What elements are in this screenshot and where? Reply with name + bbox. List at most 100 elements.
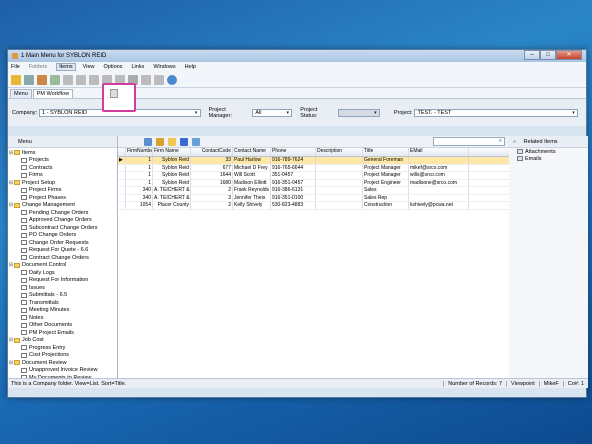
tree-item[interactable]: Transmittals: [8, 299, 117, 307]
tree-label: Approved Change Orders: [29, 217, 92, 224]
column-header[interactable]: FirmNumber: [126, 148, 153, 156]
tree-item[interactable]: Approved Change Orders: [8, 217, 117, 225]
menu-view[interactable]: View: [83, 64, 95, 70]
tree-label: Project Firms: [29, 187, 62, 194]
attach-icon[interactable]: [144, 137, 152, 146]
tree-item[interactable]: Submittals - 6.5: [8, 292, 117, 300]
tree-item[interactable]: Pending Change Orders: [8, 209, 117, 217]
table-row[interactable]: 340 A. TEICHERT & 2 Frank Reynolds 916-386-6…: [118, 187, 509, 195]
tree-item[interactable]: Project Firms: [8, 187, 117, 195]
close-button[interactable]: ✕: [556, 50, 582, 60]
tree-item[interactable]: Firms: [8, 172, 117, 180]
sort-icon[interactable]: [24, 74, 34, 85]
gear-icon[interactable]: [37, 74, 47, 85]
tree-item[interactable]: Contract Change Orders: [8, 254, 117, 262]
folder-icon[interactable]: [168, 137, 176, 146]
column-header[interactable]: Description: [316, 148, 363, 156]
tree-item[interactable]: Meeting Minutes: [8, 307, 117, 315]
column-header[interactable]: Firm Name: [153, 148, 191, 156]
column-header[interactable]: Phone: [271, 148, 316, 156]
tree-item[interactable]: Other Documents: [8, 322, 117, 330]
tree-item[interactable]: Request For Quote - 6.6: [8, 247, 117, 255]
related-item-emails[interactable]: Emails: [509, 155, 588, 162]
tree-item[interactable]: Unapproved Invoice Review: [8, 367, 117, 375]
document-icon[interactable]: [110, 89, 118, 98]
tree-item[interactable]: Issues: [8, 284, 117, 292]
project-manager-select[interactable]: All ▾: [252, 108, 293, 117]
lock-icon[interactable]: [11, 74, 21, 85]
menu-items[interactable]: Items: [56, 63, 76, 71]
tree-item[interactable]: Subcontract Change Orders: [8, 224, 117, 232]
project-status-select[interactable]: ▾: [337, 108, 380, 117]
tree-label: Request For Information: [29, 277, 89, 284]
form-icon: [21, 217, 27, 223]
edit-icon[interactable]: [76, 74, 86, 85]
tab-menu[interactable]: Menu: [10, 89, 32, 98]
tree-folder[interactable]: ⊟ Document Control: [8, 262, 117, 270]
arrow-icon[interactable]: [154, 74, 164, 85]
table-cell: A. TEICHERT &: [154, 194, 191, 201]
status-user: MikeF: [538, 380, 563, 387]
menu-links[interactable]: Links: [131, 64, 144, 70]
table-cell: [118, 194, 126, 201]
tree-folder[interactable]: ⊟ Document Review: [8, 359, 117, 367]
column-header[interactable]: Contact Name: [233, 148, 271, 156]
chevron-right-icon[interactable]: »: [513, 139, 516, 145]
search-input[interactable]: ⌕: [433, 137, 505, 146]
menu-folders[interactable]: Folders: [29, 64, 47, 70]
column-header[interactable]: ContactCode: [191, 148, 233, 156]
tree-item[interactable]: Project Phases: [8, 194, 117, 202]
maximize-button[interactable]: □: [540, 50, 556, 60]
tree-item[interactable]: Contracts: [8, 164, 117, 172]
tree-item[interactable]: PO Change Orders: [8, 232, 117, 240]
flag-icon[interactable]: [180, 137, 188, 146]
menu-windows[interactable]: Windows: [153, 64, 175, 70]
project-manager-value: All: [255, 109, 262, 116]
cut-icon[interactable]: [89, 74, 99, 85]
tree-folder[interactable]: ⊟ Project Setup: [8, 179, 117, 187]
tree-folder[interactable]: ⊟ Job Cost: [8, 337, 117, 345]
table-cell: [409, 157, 469, 164]
menu-help[interactable]: Help: [185, 64, 196, 70]
table-row[interactable]: 340 A. TEICHERT & 3 Jennifer Theis 916-351-0…: [118, 194, 509, 202]
project-select[interactable]: TEST. - TEST ▾: [414, 108, 578, 117]
tree-item[interactable]: Request For Information: [8, 277, 117, 285]
project-status-label: Project Status:: [300, 106, 318, 119]
minimize-button[interactable]: –: [524, 50, 540, 60]
tree-item[interactable]: Daily Logs: [8, 269, 117, 277]
tree-item[interactable]: PM Project Emails: [8, 329, 117, 337]
check-icon[interactable]: [50, 74, 60, 85]
column-header[interactable]: EMail: [409, 148, 469, 156]
tree-label: Change Order Requests: [29, 239, 89, 246]
new-icon[interactable]: [63, 74, 73, 85]
tree-item[interactable]: Change Order Requests: [8, 239, 117, 247]
users-icon[interactable]: [156, 137, 164, 146]
print-icon[interactable]: [141, 74, 151, 85]
tree-folder[interactable]: ⊟ Change Management: [8, 202, 117, 210]
table-cell: ▶: [118, 157, 126, 164]
tree-item[interactable]: Notes: [8, 314, 117, 322]
table-cell: 1: [126, 172, 153, 179]
menu-options[interactable]: Options: [104, 64, 123, 70]
columns-icon[interactable]: [192, 137, 200, 146]
table-row[interactable]: 1054 Placer County 2 Kelly Shively 530-823-4…: [118, 202, 509, 210]
menu-file[interactable]: File: [11, 64, 20, 70]
column-header[interactable]: [118, 148, 126, 156]
tree-label: Subcontract Change Orders: [29, 224, 98, 231]
tab-pm-workflow[interactable]: PM Workflow: [32, 89, 74, 98]
form-icon: [21, 255, 27, 261]
tree-label: Document Review: [22, 359, 67, 366]
related-item-attachments[interactable]: Attachments: [509, 148, 588, 155]
tree-item[interactable]: Projects: [8, 157, 117, 165]
refresh-icon[interactable]: [167, 74, 177, 85]
table-row[interactable]: 1 Syblon Reid 677 Michael D Frey 916-765-664…: [118, 164, 509, 172]
tree-item[interactable]: Cost Projections: [8, 352, 117, 360]
tree-item[interactable]: Progress Entry: [8, 344, 117, 352]
tree-folder[interactable]: ⊟ Items: [8, 149, 117, 157]
table-cell: [316, 187, 363, 194]
table-row[interactable]: ▶ 1 Syblon Reid 33 Paul Harlow 916-789-7624 Ge…: [118, 157, 509, 165]
column-header[interactable]: Title: [363, 148, 409, 156]
table-row[interactable]: 1 Syblon Reid 1680 Madison Elliott 916-351-0…: [118, 179, 509, 187]
table-cell: [409, 194, 469, 201]
table-row[interactable]: 1 Syblon Reid 1644 Will Scott 351-0457 Projec…: [118, 172, 509, 180]
